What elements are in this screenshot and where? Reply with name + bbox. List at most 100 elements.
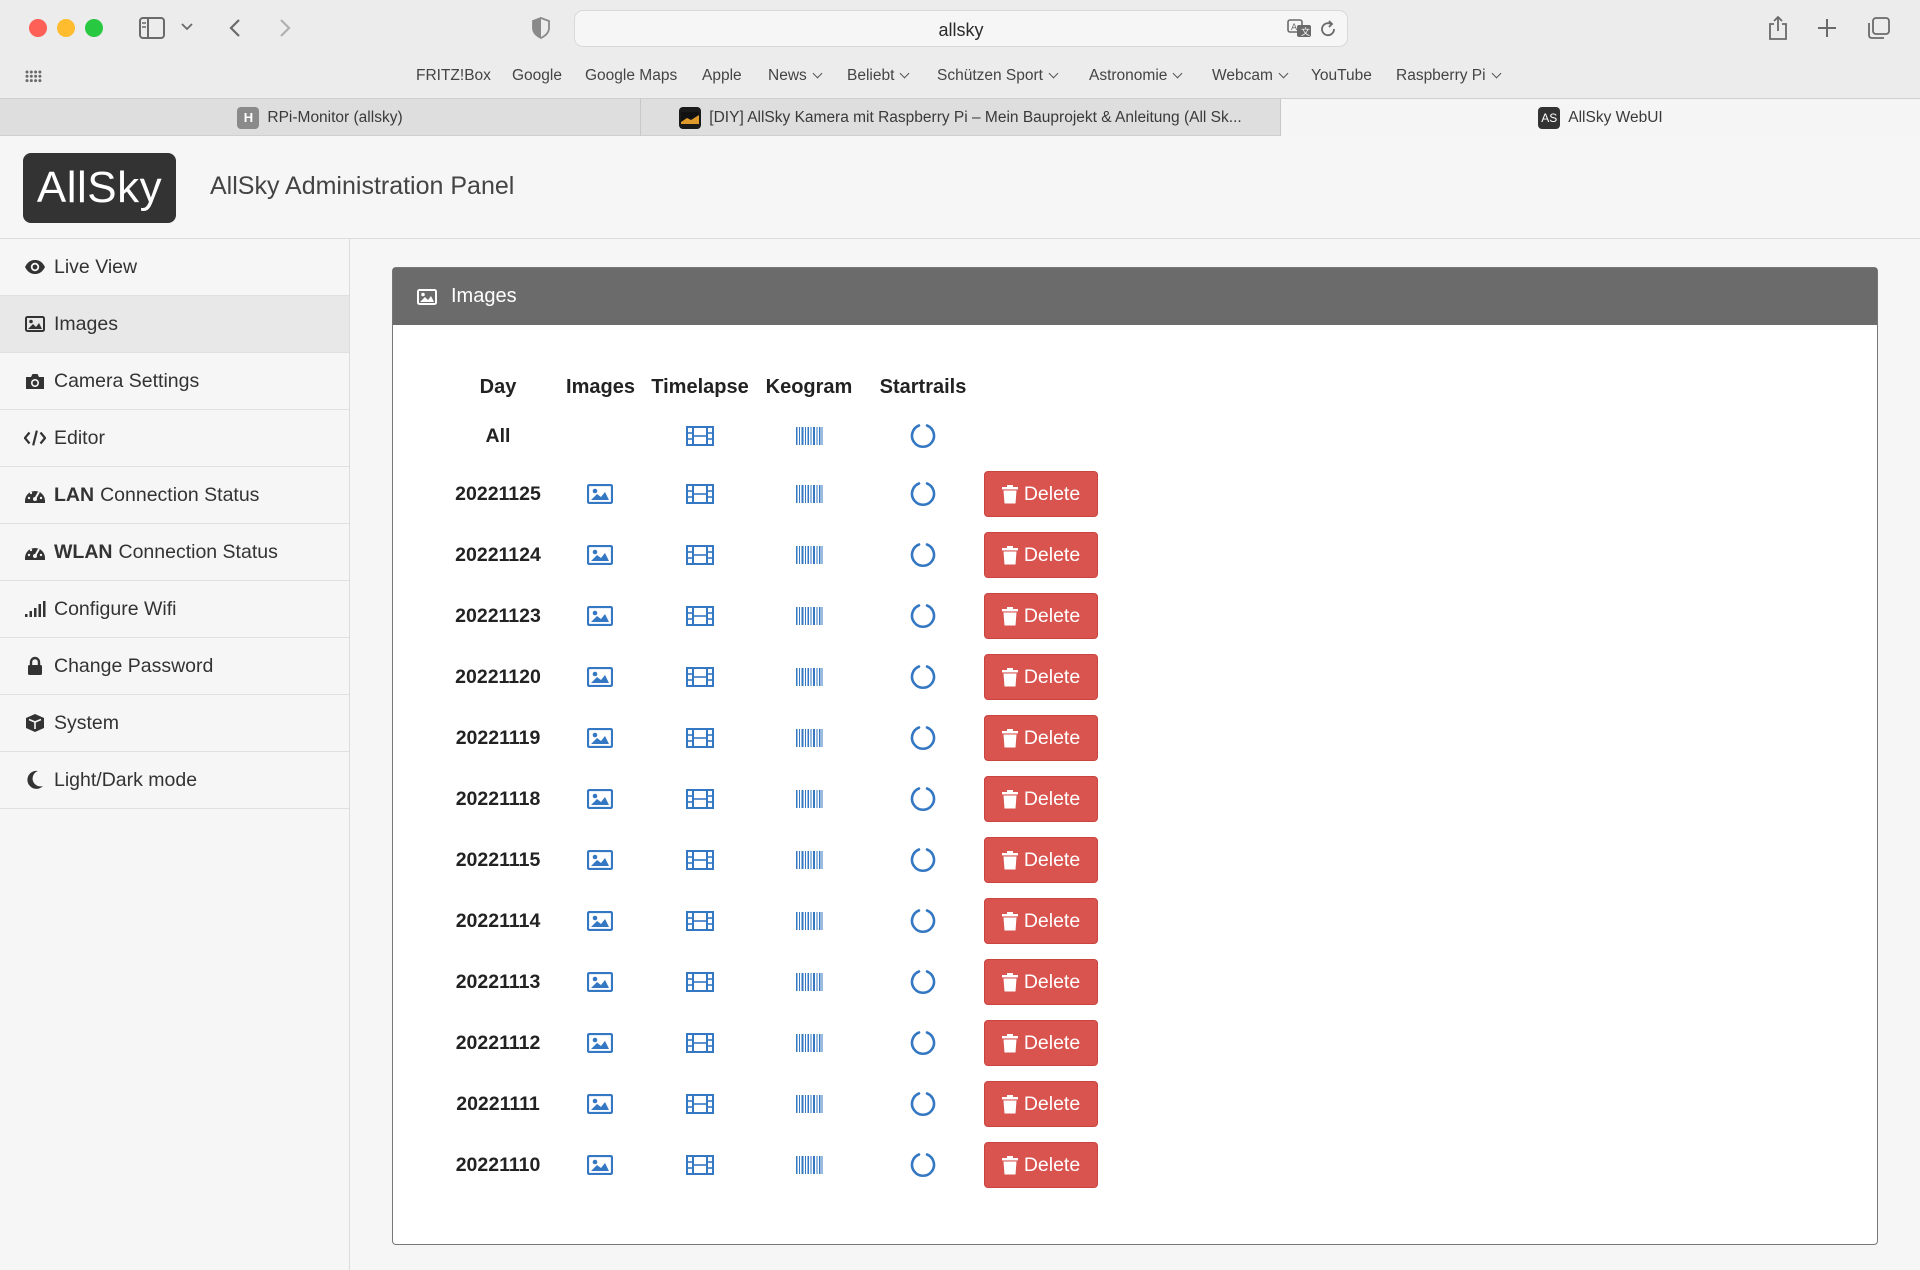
delete-button[interactable]: Delete <box>984 1081 1098 1127</box>
startrails-link[interactable] <box>903 842 943 878</box>
delete-button[interactable]: Delete <box>984 471 1098 517</box>
privacy-shield-icon[interactable] <box>530 16 552 40</box>
startrails-link[interactable] <box>903 659 943 695</box>
bookmark-news[interactable]: News <box>768 67 823 85</box>
startrails-link[interactable] <box>903 598 943 634</box>
bookmark-google-maps[interactable]: Google Maps <box>585 67 677 85</box>
sidebar-item-images[interactable]: Images <box>0 296 349 353</box>
timelapse-link[interactable] <box>680 1147 720 1183</box>
keogram-link[interactable] <box>789 781 829 817</box>
timelapse-link[interactable] <box>680 842 720 878</box>
close-window-button[interactable] <box>29 19 47 37</box>
images-link[interactable] <box>580 659 620 695</box>
timelapse-link[interactable] <box>680 781 720 817</box>
startrails-link[interactable] <box>903 1086 943 1122</box>
delete-button[interactable]: Delete <box>984 837 1098 883</box>
sidebar-item-live-view[interactable]: Live View <box>0 239 349 296</box>
sidebar-item-light-dark-mode[interactable]: Light/Dark mode <box>0 752 349 809</box>
delete-button[interactable]: Delete <box>984 1020 1098 1066</box>
images-link[interactable] <box>580 781 620 817</box>
sidebar-toggle-icon[interactable] <box>138 16 166 40</box>
sidebar-item-lan-status[interactable]: LAN Connection Status <box>0 467 349 524</box>
translate-icon[interactable]: A文 <box>1287 18 1313 40</box>
tab-rpi-monitor[interactable]: H RPi-Monitor (allsky) <box>0 99 640 136</box>
keogram-link[interactable] <box>789 1025 829 1061</box>
bookmark-youtube[interactable]: YouTube <box>1311 67 1372 85</box>
keogram-link[interactable] <box>789 476 829 512</box>
startrails-link[interactable] <box>903 720 943 756</box>
timelapse-link[interactable] <box>680 1086 720 1122</box>
delete-button[interactable]: Delete <box>984 715 1098 761</box>
startrails-link[interactable] <box>903 1025 943 1061</box>
tab-overview-icon[interactable] <box>1866 15 1892 41</box>
keogram-link[interactable] <box>789 659 829 695</box>
timelapse-link[interactable] <box>680 659 720 695</box>
keogram-link[interactable] <box>789 598 829 634</box>
back-icon[interactable] <box>226 16 244 40</box>
images-link[interactable] <box>580 537 620 573</box>
timelapse-link[interactable] <box>680 598 720 634</box>
keogram-link[interactable] <box>789 537 829 573</box>
sidebar-item-system[interactable]: System <box>0 695 349 752</box>
all-keogram-link[interactable] <box>789 418 829 454</box>
delete-button[interactable]: Delete <box>984 532 1098 578</box>
new-tab-icon[interactable] <box>1815 16 1839 40</box>
tab-allsky-webui[interactable]: AS AllSky WebUI <box>1281 99 1920 136</box>
images-link[interactable] <box>580 964 620 1000</box>
images-link[interactable] <box>580 1025 620 1061</box>
app-title[interactable]: AllSky Administration Panel <box>210 172 514 201</box>
tab-diy-allsky[interactable]: [DIY] AllSky Kamera mit Raspberry Pi – M… <box>641 99 1280 136</box>
sidebar-item-camera-settings[interactable]: Camera Settings <box>0 353 349 410</box>
delete-button[interactable]: Delete <box>984 1142 1098 1188</box>
sidebar-item-editor[interactable]: Editor <box>0 410 349 467</box>
delete-button[interactable]: Delete <box>984 898 1098 944</box>
bookmark-fritzbox[interactable]: FRITZ!Box <box>416 67 491 85</box>
startrails-link[interactable] <box>903 537 943 573</box>
sidebar-item-configure-wifi[interactable]: Configure Wifi <box>0 581 349 638</box>
images-link[interactable] <box>580 903 620 939</box>
images-link[interactable] <box>580 598 620 634</box>
images-link[interactable] <box>580 842 620 878</box>
grid-icon[interactable] <box>24 69 42 87</box>
images-link[interactable] <box>580 476 620 512</box>
keogram-link[interactable] <box>789 720 829 756</box>
keogram-link[interactable] <box>789 1147 829 1183</box>
sidebar-item-change-password[interactable]: Change Password <box>0 638 349 695</box>
zoom-window-button[interactable] <box>85 19 103 37</box>
bookmark-raspberry-pi[interactable]: Raspberry Pi <box>1396 67 1502 85</box>
bookmark-beliebt[interactable]: Beliebt <box>847 67 910 85</box>
share-icon[interactable] <box>1766 14 1790 42</box>
keogram-link[interactable] <box>789 842 829 878</box>
images-link[interactable] <box>580 1147 620 1183</box>
bookmark-astronomie[interactable]: Astronomie <box>1089 67 1183 85</box>
startrails-link[interactable] <box>903 1147 943 1183</box>
delete-button[interactable]: Delete <box>984 959 1098 1005</box>
timelapse-link[interactable] <box>680 537 720 573</box>
keogram-link[interactable] <box>789 964 829 1000</box>
delete-button[interactable]: Delete <box>984 654 1098 700</box>
forward-icon[interactable] <box>276 16 294 40</box>
bookmark-google[interactable]: Google <box>512 67 562 85</box>
startrails-link[interactable] <box>903 476 943 512</box>
all-startrails-link[interactable] <box>903 418 943 454</box>
chevron-down-icon[interactable] <box>180 20 194 34</box>
bookmark-apple[interactable]: Apple <box>702 67 742 85</box>
images-link[interactable] <box>580 1086 620 1122</box>
startrails-link[interactable] <box>903 781 943 817</box>
keogram-link[interactable] <box>789 903 829 939</box>
delete-button[interactable]: Delete <box>984 593 1098 639</box>
startrails-link[interactable] <box>903 964 943 1000</box>
keogram-link[interactable] <box>789 1086 829 1122</box>
timelapse-link[interactable] <box>680 720 720 756</box>
app-logo[interactable]: AllSky <box>23 153 176 223</box>
bookmark-webcam[interactable]: Webcam <box>1212 67 1289 85</box>
reload-icon[interactable] <box>1318 19 1338 39</box>
address-bar[interactable]: allsky A文 <box>574 10 1348 47</box>
sidebar-item-wlan-status[interactable]: WLAN Connection Status <box>0 524 349 581</box>
all-timelapse-link[interactable] <box>680 418 720 454</box>
delete-button[interactable]: Delete <box>984 776 1098 822</box>
minimize-window-button[interactable] <box>57 19 75 37</box>
timelapse-link[interactable] <box>680 1025 720 1061</box>
startrails-link[interactable] <box>903 903 943 939</box>
timelapse-link[interactable] <box>680 964 720 1000</box>
